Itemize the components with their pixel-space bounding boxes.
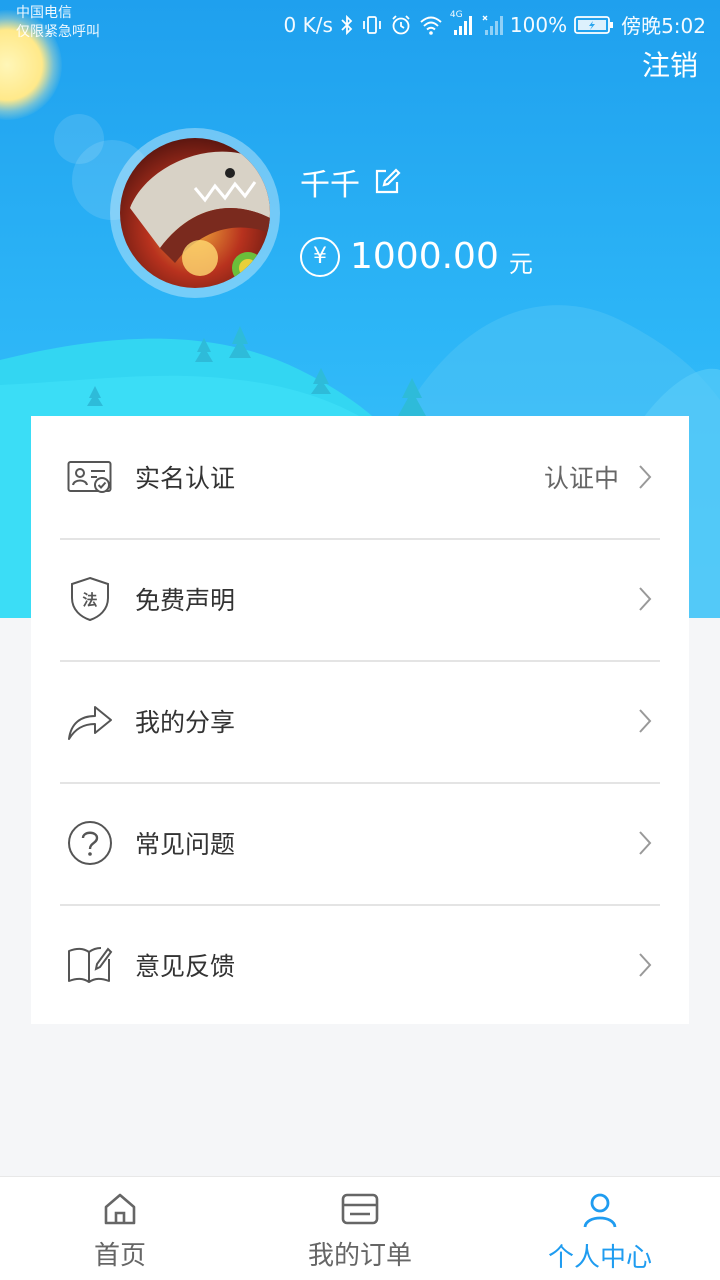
vibrate-icon: [362, 15, 381, 34]
battery-percent: 100%: [509, 12, 568, 37]
balance-unit: 元: [508, 250, 533, 278]
menu-item-feedback[interactable]: 意见反馈: [31, 904, 689, 1026]
avatar-image: [120, 138, 270, 288]
menu-item-label: 实名认证: [135, 464, 236, 493]
verification-status: 认证中: [543, 464, 619, 493]
avatar[interactable]: [110, 128, 280, 298]
tab-label: 个人中心: [547, 1243, 652, 1273]
chevron-right-icon: [639, 831, 652, 855]
share-arrow-icon: [67, 698, 113, 744]
chevron-right-icon: [639, 465, 652, 489]
tab-label: 我的订单: [307, 1241, 412, 1271]
question-icon: [67, 820, 113, 866]
menu-item-my-share[interactable]: 我的分享: [31, 660, 689, 782]
username-row: 千千: [300, 160, 402, 204]
chevron-right-icon: [639, 587, 652, 611]
tab-my-orders[interactable]: 我的订单: [240, 1177, 480, 1280]
tab-home[interactable]: 首页: [0, 1177, 240, 1280]
menu-item-faq[interactable]: 常见问题: [31, 782, 689, 904]
svg-text:法: 法: [82, 591, 97, 609]
tab-profile[interactable]: 个人中心: [480, 1177, 720, 1280]
home-icon: [104, 1193, 136, 1225]
feedback-book-icon: [67, 942, 113, 988]
menu-item-label: 意见反馈: [135, 952, 236, 981]
battery-charging-icon: [574, 15, 614, 34]
menu-item-label: 常见问题: [135, 830, 236, 859]
person-icon: [583, 1193, 617, 1228]
balance-row: ¥ 1000.00 元: [300, 234, 533, 279]
carrier-info: 中国电信 仅限紧急呼叫: [16, 4, 100, 42]
clock-time: 傍晚5:02: [621, 14, 706, 38]
bluetooth-icon: [341, 14, 353, 35]
balance-amount: 1000.00: [350, 236, 499, 277]
emergency-only-text: 仅限紧急呼叫: [16, 24, 100, 40]
bottom-tab-bar: 首页 我的订单 个人中心: [0, 1176, 720, 1280]
tab-label: 首页: [93, 1241, 146, 1271]
username: 千千: [300, 168, 360, 203]
menu-item-label: 我的分享: [135, 708, 236, 737]
menu-item-real-name-auth[interactable]: 实名认证 认证中: [31, 416, 689, 538]
alarm-icon: [392, 14, 410, 34]
network-type: 4G: [449, 9, 463, 20]
menu-item-label: 免费声明: [135, 586, 236, 615]
chevron-right-icon: [639, 953, 652, 977]
id-card-icon: [67, 454, 113, 500]
wifi-icon: [420, 16, 442, 35]
logout-button[interactable]: 注销: [642, 44, 698, 84]
law-shield-icon: 法: [67, 576, 113, 622]
cell-signal-empty-icon: [482, 15, 503, 35]
status-indicators: 0 K/s 4G 100% 傍晚5:02: [284, 10, 706, 39]
network-speed: 0 K/s: [283, 12, 333, 37]
menu-card: 实名认证 认证中 法 免费声明 我的分享 常见问题 意见反馈: [31, 416, 689, 1024]
yen-icon: ¥: [300, 236, 340, 277]
chevron-right-icon: [639, 709, 652, 733]
signal-strength: 4G: [450, 10, 474, 36]
status-bar: 中国电信 仅限紧急呼叫 0 K/s 4G 100% 傍晚5:02: [0, 0, 720, 50]
edit-icon[interactable]: [372, 167, 402, 197]
order-card-icon: [341, 1193, 379, 1225]
carrier-name: 中国电信: [16, 5, 72, 21]
menu-item-disclaimer[interactable]: 法 免费声明: [31, 538, 689, 660]
